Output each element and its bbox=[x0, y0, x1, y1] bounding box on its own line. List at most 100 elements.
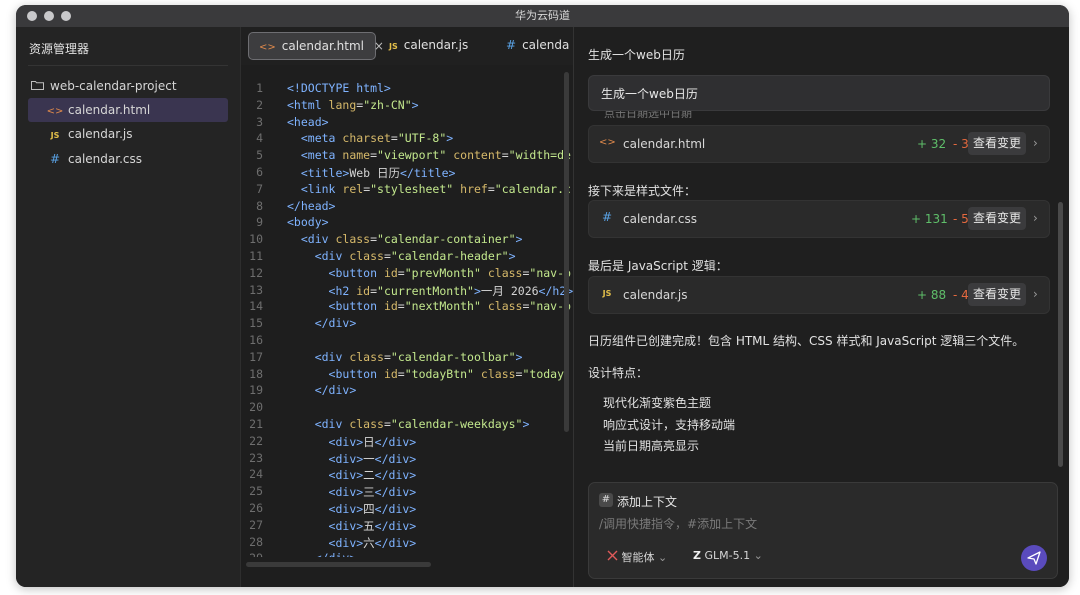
features-title: 设计特点： bbox=[588, 366, 649, 380]
chevron-right-icon[interactable]: › bbox=[1033, 211, 1038, 225]
code-line[interactable]: <div class="calendar-toolbar"> bbox=[287, 350, 523, 364]
line-number: 9 bbox=[256, 215, 263, 230]
line-number: 29 bbox=[241, 551, 263, 557]
file-change-card-css[interactable]: # calendar.css + 131 - 5 查看变更 › bbox=[588, 200, 1050, 238]
line-number: 13 bbox=[249, 282, 263, 297]
card-file-name: calendar.html bbox=[623, 137, 706, 151]
line-number: 24 bbox=[249, 467, 263, 482]
model-selector[interactable]: Z GLM-5.1 ⌄ bbox=[693, 549, 763, 562]
add-context-button[interactable]: 添加上下文 bbox=[617, 493, 677, 510]
editor-tabs: <> calendar.html × JS calendar.js # calenda bbox=[241, 27, 573, 65]
js-file-icon: JS bbox=[50, 131, 60, 140]
chevron-right-icon[interactable]: › bbox=[1033, 136, 1038, 150]
file-name: calendar.js bbox=[68, 127, 133, 141]
code-line[interactable]: <h2 id="currentMonth">一月 2026</h2> bbox=[287, 283, 573, 299]
code-line[interactable]: <meta name="viewport" content="width=de bbox=[287, 148, 571, 162]
horizontal-scrollbar[interactable] bbox=[246, 562, 431, 567]
code-line[interactable]: <head> bbox=[287, 115, 329, 129]
tab-calendar-css[interactable]: # calenda bbox=[496, 32, 569, 58]
chat-composer: # 添加上下文 /调用快捷指令，#添加上下文 智能体 ⌄ Z GLM-5.1 ⌄ bbox=[588, 482, 1058, 579]
code-line[interactable]: <button id="todayBtn" class="today- bbox=[287, 367, 571, 381]
code-line[interactable]: </div> bbox=[287, 551, 357, 557]
js-file-icon: JS bbox=[389, 42, 398, 51]
code-line[interactable]: </div> bbox=[287, 316, 357, 330]
code-area[interactable]: 1 <!DOCTYPE html> 2 <html lang="zh-CN"> 3 <he… bbox=[241, 77, 573, 557]
title-bar: 华为云码道 bbox=[16, 5, 1069, 27]
html-file-icon: <> bbox=[46, 106, 64, 117]
code-line[interactable]: <body> bbox=[287, 215, 329, 229]
html-file-icon: <> bbox=[599, 137, 616, 148]
code-line[interactable]: </div> bbox=[287, 383, 357, 397]
line-number: 10 bbox=[249, 232, 263, 247]
explorer-title: 资源管理器 bbox=[29, 42, 90, 56]
file-item-calendar-js[interactable]: JS calendar.js bbox=[28, 122, 228, 146]
line-number: 12 bbox=[249, 265, 263, 280]
card-file-name: calendar.js bbox=[623, 288, 688, 302]
line-number: 3 bbox=[256, 114, 263, 129]
line-number: 19 bbox=[249, 383, 263, 398]
css-file-icon: # bbox=[506, 38, 517, 52]
chevron-right-icon[interactable]: › bbox=[1033, 287, 1038, 301]
chat-scrollbar[interactable] bbox=[1058, 202, 1063, 467]
code-line[interactable]: <div>二</div> bbox=[287, 467, 417, 483]
code-line[interactable]: <div class="calendar-container"> bbox=[287, 232, 523, 246]
view-changes-button[interactable]: 查看变更 bbox=[968, 283, 1026, 306]
code-line[interactable]: <div class="calendar-header"> bbox=[287, 249, 516, 263]
app-window: 华为云码道 资源管理器 web-calendar-project <> calen… bbox=[16, 5, 1069, 587]
file-item-calendar-css[interactable]: # calendar.css bbox=[28, 147, 228, 171]
file-item-calendar-html[interactable]: <> calendar.html bbox=[28, 98, 228, 122]
send-button[interactable] bbox=[1021, 545, 1047, 571]
line-number: 22 bbox=[249, 433, 263, 448]
user-message-text: 生成一个web日历 bbox=[601, 87, 698, 101]
line-number: 4 bbox=[256, 131, 263, 146]
line-number: 21 bbox=[249, 417, 263, 431]
vertical-scrollbar[interactable] bbox=[564, 72, 569, 432]
css-file-icon: # bbox=[49, 152, 61, 166]
explorer-panel: 资源管理器 web-calendar-project <> calendar.ht… bbox=[16, 27, 241, 587]
model-label: GLM-5.1 bbox=[704, 549, 751, 562]
code-line[interactable]: <html lang="zh-CN"> bbox=[287, 98, 419, 112]
conversation-heading: 生成一个web日历 bbox=[588, 48, 685, 62]
line-number: 8 bbox=[256, 198, 263, 213]
line-number: 27 bbox=[249, 517, 263, 532]
code-line[interactable]: </head> bbox=[287, 199, 335, 213]
code-line[interactable]: <div>六</div> bbox=[287, 535, 417, 551]
project-name: web-calendar-project bbox=[50, 79, 177, 93]
ghost-text: 点击日期选中日期 bbox=[604, 110, 692, 118]
line-number: 25 bbox=[249, 484, 263, 499]
code-line[interactable]: <!DOCTYPE html> bbox=[287, 81, 391, 95]
code-line[interactable]: <div>一</div> bbox=[287, 451, 417, 467]
file-change-card-js[interactable]: JS calendar.js + 88 - 4 查看变更 › bbox=[588, 276, 1050, 314]
tab-label: calendar.html bbox=[281, 39, 364, 53]
code-line[interactable]: <div>四</div> bbox=[287, 501, 417, 517]
code-line[interactable]: <meta charset="UTF-8"> bbox=[287, 131, 453, 145]
code-line[interactable]: <div>三</div> bbox=[287, 484, 417, 500]
assistant-message-js: 最后是 JavaScript 逻辑： bbox=[588, 259, 728, 273]
window-title: 华为云码道 bbox=[515, 9, 570, 22]
view-changes-button[interactable]: 查看变更 bbox=[968, 207, 1026, 230]
hash-icon[interactable]: # bbox=[599, 493, 613, 507]
line-number: 5 bbox=[256, 148, 263, 163]
code-line[interactable]: <button id="nextMonth" class="nav-b bbox=[287, 299, 571, 313]
code-line[interactable]: <link rel="stylesheet" href="calendar.c bbox=[287, 182, 571, 196]
tab-label: calendar.js bbox=[403, 38, 469, 52]
line-number: 26 bbox=[249, 501, 263, 515]
line-number: 11 bbox=[249, 249, 263, 263]
code-line[interactable]: <div class="calendar-weekdays"> bbox=[287, 417, 530, 431]
tab-calendar-js[interactable]: JS calendar.js bbox=[379, 32, 468, 58]
line-number: 2 bbox=[256, 97, 263, 112]
tab-calendar-html[interactable]: <> calendar.html × bbox=[248, 32, 384, 60]
agent-selector[interactable]: 智能体 ⌄ bbox=[607, 549, 667, 565]
line-number: 15 bbox=[249, 316, 263, 331]
chat-input[interactable]: /调用快捷指令，#添加上下文 bbox=[599, 515, 757, 532]
zhipu-logo-icon: Z bbox=[693, 549, 701, 562]
code-line[interactable]: <title>Web 日历</title> bbox=[287, 165, 456, 181]
code-line[interactable]: <button id="prevMonth" class="nav-b bbox=[287, 266, 571, 280]
line-number: 6 bbox=[256, 165, 263, 179]
code-line[interactable]: <div>日</div> bbox=[287, 434, 417, 450]
project-folder[interactable]: web-calendar-project bbox=[28, 74, 228, 98]
view-changes-button[interactable]: 查看变更 bbox=[968, 132, 1026, 155]
file-change-card-html[interactable]: <> calendar.html + 32 - 3 查看变更 › bbox=[588, 125, 1050, 163]
code-line[interactable]: <div>五</div> bbox=[287, 518, 417, 534]
chevron-down-icon: ⌄ bbox=[658, 551, 668, 564]
